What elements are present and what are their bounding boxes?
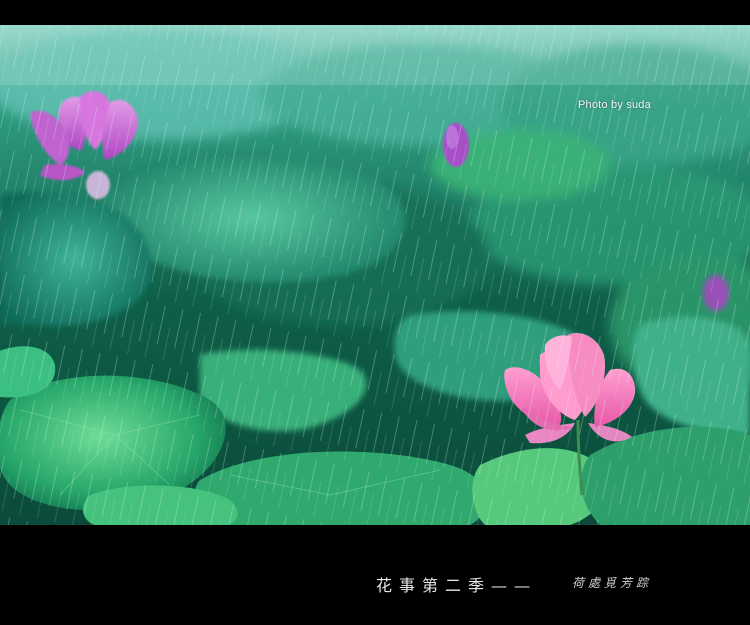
caption-subtitle: 荷處覓芳踪 (572, 576, 653, 590)
photo-credit: Photo by suda (578, 99, 651, 111)
caption-title: 花事第二季—— (376, 576, 538, 595)
caption-bar: 花事第二季—— 荷處覓芳踪 (0, 525, 750, 625)
